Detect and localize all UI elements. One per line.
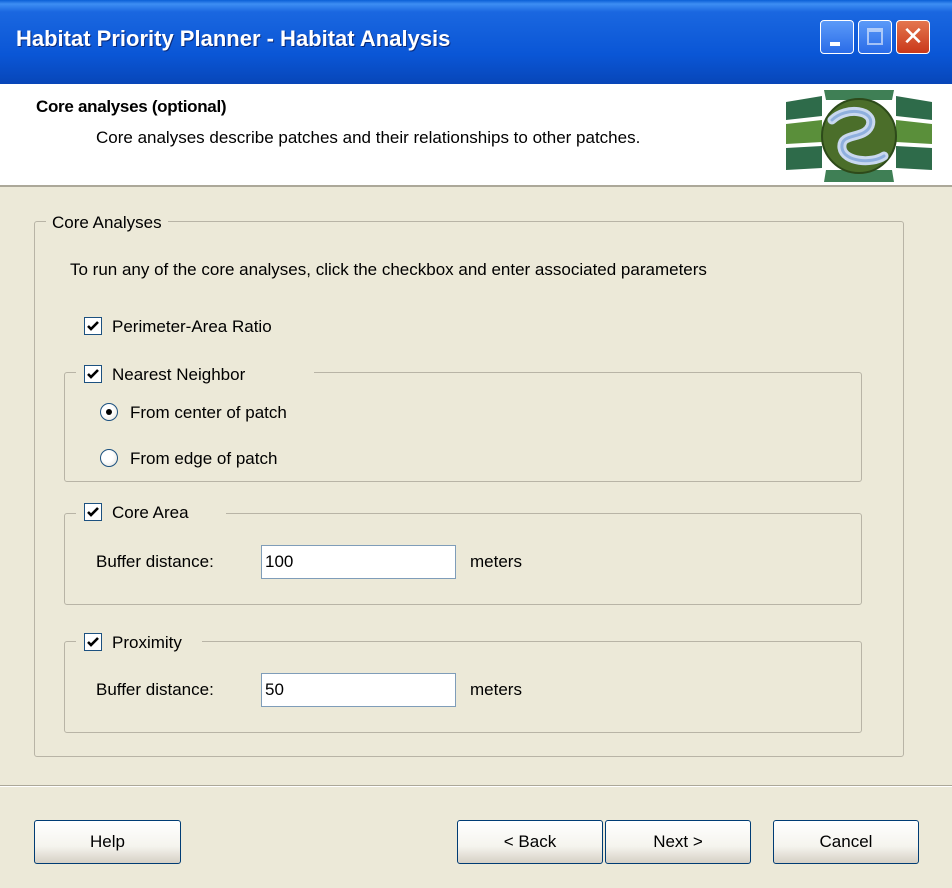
checkmark-icon <box>87 369 99 379</box>
cancel-button[interactable]: Cancel <box>773 820 919 864</box>
radio-selected-dot <box>106 409 112 415</box>
proximity-checkbox[interactable] <box>84 633 102 651</box>
core-area-label: Core Area <box>112 503 189 522</box>
window-title: Habitat Priority Planner - Habitat Analy… <box>16 26 451 51</box>
from-center-label: From center of patch <box>130 403 287 422</box>
maximize-icon <box>867 28 883 45</box>
nearest-neighbor-label: Nearest Neighbor <box>112 365 246 384</box>
nearest-neighbor-checkbox[interactable] <box>84 365 102 383</box>
help-button[interactable]: Help <box>34 820 181 864</box>
header-title: Core analyses (optional) <box>36 97 227 116</box>
instruction-text: To run any of the core analyses, click t… <box>70 260 707 279</box>
core-area-buffer-input[interactable] <box>261 545 456 579</box>
core-area-unit: meters <box>470 552 522 571</box>
back-button[interactable]: < Back <box>457 820 603 864</box>
wizard-header: Core analyses (optional) Core analyses d… <box>0 84 952 187</box>
checkmark-icon <box>87 321 99 331</box>
maximize-button <box>858 20 892 54</box>
minimize-icon <box>830 42 840 46</box>
title-bar[interactable]: Habitat Priority Planner - Habitat Analy… <box>0 0 952 84</box>
from-edge-label: From edge of patch <box>130 449 278 468</box>
checkmark-icon <box>87 637 99 647</box>
header-description: Core analyses describe patches and their… <box>96 128 641 147</box>
next-button[interactable]: Next > <box>605 820 751 864</box>
proximity-label: Proximity <box>112 633 182 652</box>
core-area-checkbox[interactable] <box>84 503 102 521</box>
perimeter-area-label: Perimeter-Area Ratio <box>112 317 272 336</box>
habitat-analysis-window: Habitat Priority Planner - Habitat Analy… <box>0 0 952 888</box>
habitat-planner-logo <box>784 86 934 184</box>
checkmark-icon <box>87 507 99 517</box>
proximity-buffer-label: Buffer distance: <box>96 680 214 699</box>
close-icon: ✕ <box>902 21 924 51</box>
footer-separator <box>0 785 952 787</box>
minimize-button[interactable] <box>820 20 854 54</box>
proximity-buffer-input[interactable] <box>261 673 456 707</box>
from-edge-radio[interactable] <box>100 449 118 467</box>
close-button[interactable]: ✕ <box>896 20 930 54</box>
core-analyses-legend: Core Analyses <box>46 213 168 233</box>
from-center-radio[interactable] <box>100 403 118 421</box>
perimeter-area-checkbox[interactable] <box>84 317 102 335</box>
proximity-unit: meters <box>470 680 522 699</box>
core-area-buffer-label: Buffer distance: <box>96 552 214 571</box>
